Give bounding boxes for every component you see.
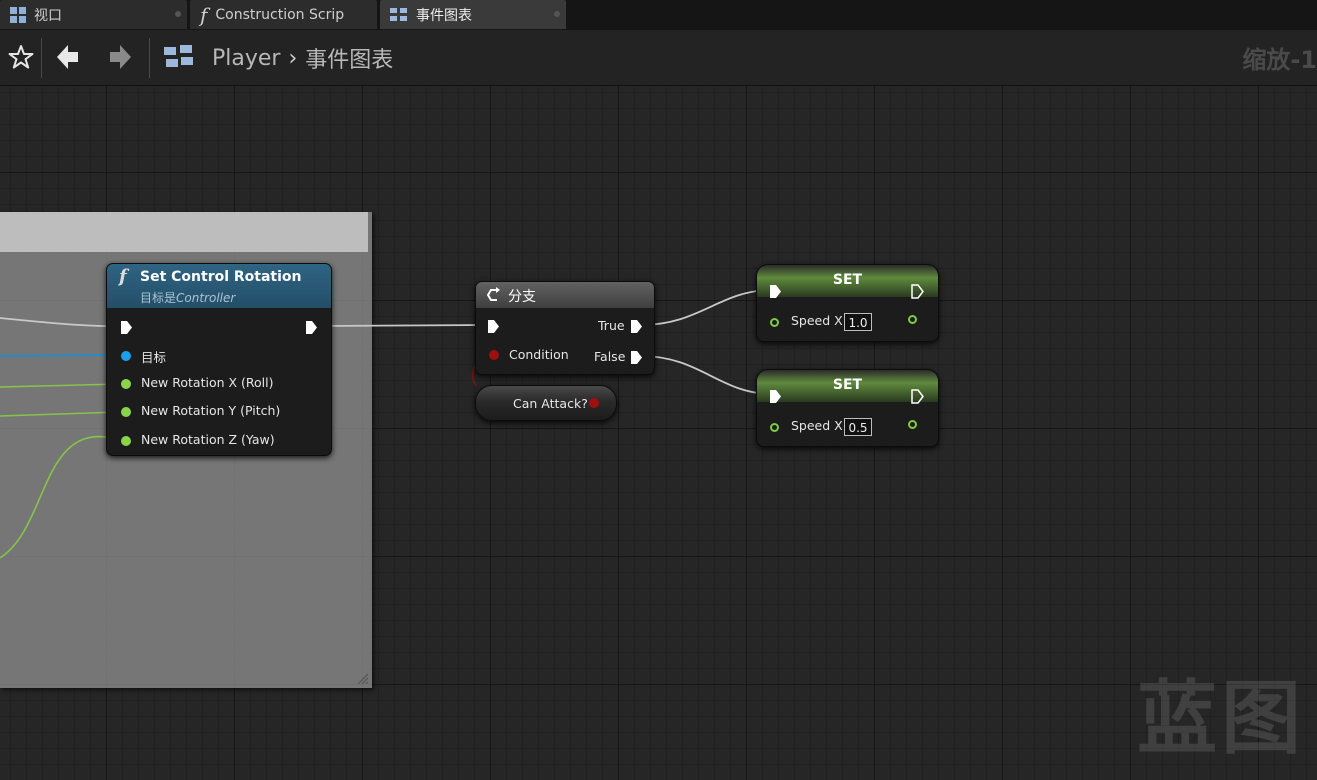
speed-x-input-pin[interactable] [770,318,779,327]
forward-button[interactable] [104,40,136,74]
node-header[interactable]: 分支 [476,282,654,308]
subtitle-prefix: 目标是 [140,291,177,305]
pin-label-speed-x: Speed X [791,418,843,433]
event-graph-icon [162,40,196,74]
set-control-rotation-node[interactable]: f Set Control Rotation 目标是Controller 目标 … [106,263,332,456]
exec-wire-false-set2 [640,355,773,395]
tab-construction-script[interactable]: f Construction Scrip [190,0,377,29]
pin-label-rotation-y: New Rotation Y (Pitch) [141,403,281,418]
node-title: Set Control Rotation [140,269,302,285]
breadcrumb-event-graph: 事件图表 [305,48,394,73]
tab-label: 视口 [34,7,62,24]
speed-x-value-input[interactable]: 1.0 [844,313,872,331]
rotation-z-wire [0,436,121,559]
tab-event-graph[interactable]: 事件图表 [380,0,566,29]
rotation-z-pin[interactable] [121,436,131,446]
document-tab-bar: 视口 f Construction Scrip 事件图表 [0,0,1317,30]
set-speed-x-node-2[interactable]: SET Speed X 0.5 [756,369,939,447]
blueprint-watermark: 蓝图 [1137,672,1305,765]
node-subtitle: 目标是Controller [140,289,235,306]
variable-label: Can Attack? [513,396,588,411]
tab-label: Construction Scrip [215,6,345,23]
pin-label-target: 目标 [141,350,167,365]
target-wire [0,354,121,357]
tab-viewport[interactable]: 视口 [0,0,187,29]
node-title: 分支 [508,289,536,305]
zoom-level: 缩放-1 [1242,46,1317,74]
exec-in-pin[interactable] [769,389,782,404]
rotation-y-wire [0,411,121,417]
pin-label-condition: Condition [509,347,569,362]
branch-node[interactable]: 分支 Condition True False [475,281,655,375]
function-icon: f [200,2,208,27]
condition-pin[interactable] [489,350,499,360]
favorite-star-button[interactable] [6,40,36,74]
breadcrumb-player[interactable]: Player [212,46,280,71]
graph-toolbar: Player › 事件图表 缩放-1 [0,30,1317,86]
exec-false-pin[interactable] [630,350,643,365]
tab-close-icon[interactable] [554,11,560,17]
can-attack-output-pin[interactable] [589,398,599,408]
exec-out-pin[interactable] [911,389,924,404]
exec-wire-rotation-branch [317,324,489,327]
speed-x-input-pin[interactable] [770,423,779,432]
pin-label-speed-x: Speed X [791,313,843,328]
node-header[interactable]: f Set Control Rotation 目标是Controller [107,264,331,308]
exec-wire-in [0,317,109,327]
back-button[interactable] [52,40,84,74]
function-icon: f [119,266,127,287]
exec-wire-true-set1 [640,289,773,326]
event-graph-icon [390,7,408,23]
speed-x-output-pin[interactable] [908,315,917,324]
pin-label-rotation-x: New Rotation X (Roll) [141,375,274,390]
exec-out-pin[interactable] [911,284,924,299]
exec-true-pin[interactable] [630,319,643,334]
can-attack-variable-node[interactable]: Can Attack? [475,385,617,421]
viewport-grid-icon [10,6,26,23]
arrow-right-icon [110,45,131,69]
speed-x-output-pin[interactable] [908,420,917,429]
set-speed-x-node-1[interactable]: SET Speed X 1.0 [756,264,939,342]
exec-out-pin[interactable] [305,320,318,335]
tab-close-icon[interactable] [175,11,181,17]
pin-label-rotation-z: New Rotation Z (Yaw) [141,432,275,447]
tab-label: 事件图表 [416,7,472,24]
exec-in-pin[interactable] [120,320,133,335]
target-pin[interactable] [121,351,131,361]
breadcrumb: Player › 事件图表 [212,42,393,74]
pin-label-false: False [594,349,626,364]
graph-canvas[interactable]: f Set Control Rotation 目标是Controller 目标 … [0,86,1317,780]
rotation-x-wire [0,383,121,388]
exec-in-pin[interactable] [487,319,500,334]
pin-label-true: True [598,318,625,333]
subtitle-target: Controller [176,291,236,305]
star-icon [8,45,34,69]
rotation-x-pin[interactable] [121,379,131,389]
branch-icon [486,287,500,301]
rotation-y-pin[interactable] [121,407,131,417]
speed-x-value-input[interactable]: 0.5 [844,418,872,436]
exec-in-pin[interactable] [769,284,782,299]
chevron-right-icon: › [288,45,298,71]
arrow-left-icon [57,45,78,69]
